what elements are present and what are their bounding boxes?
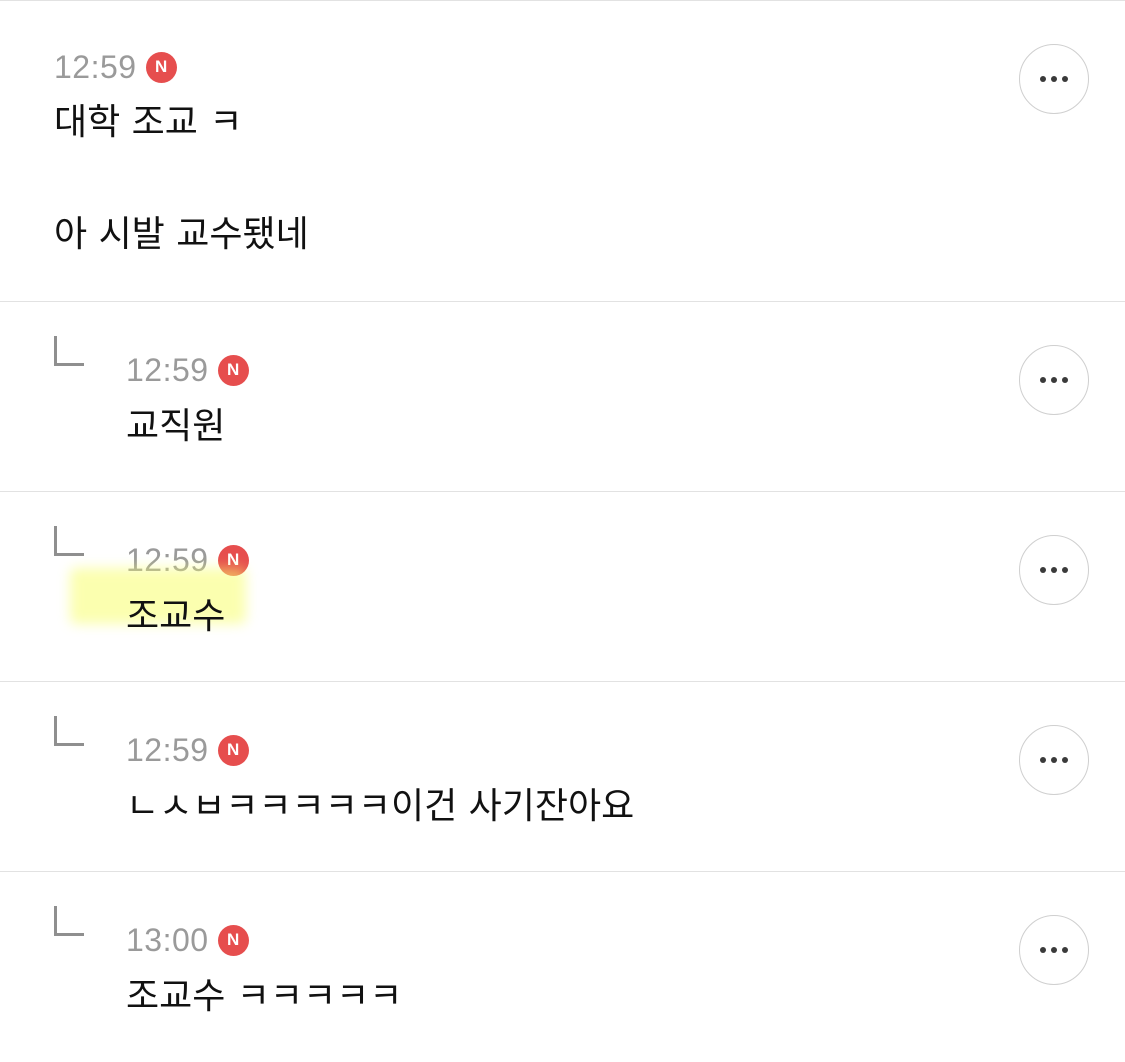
comment-item: 12:59 N 대학 조교 ㅋ 아 시발 교수됐네 bbox=[0, 1, 1125, 302]
comment-time: 12:59 bbox=[54, 48, 137, 85]
comment-text: 대학 조교 ㅋ 아 시발 교수됐네 bbox=[54, 102, 309, 255]
reply-arrow-icon bbox=[54, 336, 84, 366]
comment-text: 조교수 bbox=[126, 596, 226, 637]
reply-item: 12:59 N 교직원 bbox=[0, 302, 1125, 492]
new-badge: N bbox=[217, 734, 249, 766]
reply-item: 12:59 N 조교수 bbox=[0, 492, 1125, 682]
comment-time: 12:59 bbox=[126, 541, 209, 578]
more-options-button[interactable] bbox=[1019, 345, 1089, 415]
more-options-button[interactable] bbox=[1019, 44, 1089, 114]
comment-time: 12:59 bbox=[126, 351, 209, 388]
more-options-button[interactable] bbox=[1019, 725, 1089, 795]
more-dot bbox=[1062, 757, 1068, 763]
reply-item: 13:00 N 조교수 ㅋㅋㅋㅋㅋ bbox=[0, 872, 1125, 1062]
more-dots-icon bbox=[1040, 947, 1046, 953]
new-badge: N bbox=[217, 544, 249, 576]
more-dots-icon bbox=[1040, 76, 1046, 82]
comment-text: 조교수 ㅋㅋㅋㅋㅋ bbox=[126, 976, 403, 1017]
comment-meta: 12:59 N bbox=[126, 540, 1125, 580]
comment-text: 교직원 bbox=[126, 406, 226, 447]
more-dot bbox=[1051, 947, 1057, 953]
comment-meta: 12:59 N bbox=[54, 47, 1125, 87]
comment-text: ㄴㅅㅂㅋㅋㅋㅋㅋ이건 사기잔아요 bbox=[126, 786, 635, 827]
more-dot bbox=[1051, 76, 1057, 82]
new-badge: N bbox=[217, 354, 249, 386]
comment-meta: 13:00 N bbox=[126, 920, 1125, 960]
reply-item: 12:59 N ㄴㅅㅂㅋㅋㅋㅋㅋ이건 사기잔아요 bbox=[0, 682, 1125, 872]
more-options-button[interactable] bbox=[1019, 915, 1089, 985]
comment-meta: 12:59 N bbox=[126, 350, 1125, 390]
reply-arrow-icon bbox=[54, 906, 84, 936]
reply-arrow-icon bbox=[54, 716, 84, 746]
comment-meta: 12:59 N bbox=[126, 730, 1125, 770]
comment-time: 12:59 bbox=[126, 731, 209, 768]
new-badge: N bbox=[145, 51, 177, 83]
more-dots-icon bbox=[1040, 757, 1046, 763]
more-dots-icon bbox=[1040, 567, 1046, 573]
reply-arrow-icon bbox=[54, 526, 84, 556]
more-options-button[interactable] bbox=[1019, 535, 1089, 605]
more-dot bbox=[1062, 567, 1068, 573]
more-dot bbox=[1051, 377, 1057, 383]
more-dot bbox=[1051, 757, 1057, 763]
more-dot bbox=[1062, 76, 1068, 82]
comment-time: 13:00 bbox=[126, 921, 209, 958]
more-dots-icon bbox=[1040, 377, 1046, 383]
more-dot bbox=[1062, 947, 1068, 953]
more-dot bbox=[1051, 567, 1057, 573]
more-dot bbox=[1062, 377, 1068, 383]
new-badge: N bbox=[217, 924, 249, 956]
